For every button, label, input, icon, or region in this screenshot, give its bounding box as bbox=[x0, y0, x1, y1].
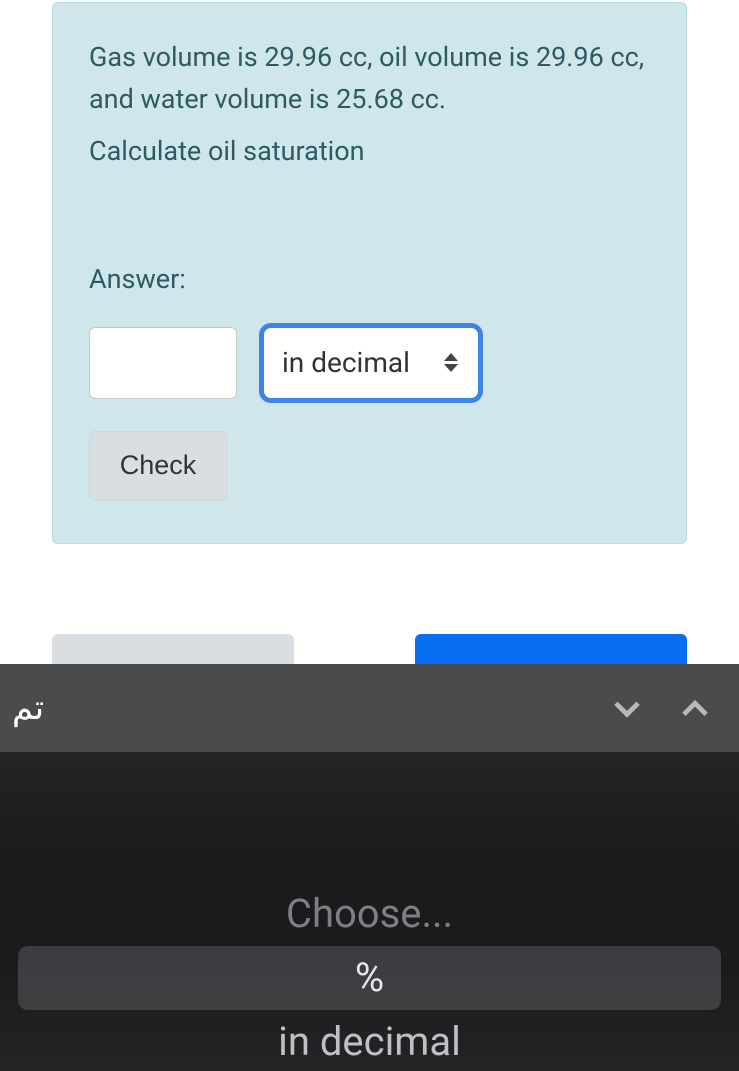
answer-label: Answer: bbox=[89, 263, 650, 295]
answer-input-row: in decimal bbox=[89, 323, 650, 403]
picker-option-placeholder[interactable]: Choose... bbox=[0, 882, 739, 946]
picker-option-decimal[interactable]: in decimal bbox=[0, 1010, 739, 1071]
unit-select[interactable]: in decimal bbox=[259, 323, 483, 403]
question-text: Gas volume is 29.96 cc, oil volume is 29… bbox=[89, 37, 650, 173]
check-button[interactable]: Check bbox=[89, 431, 227, 501]
question-line2: Calculate oil saturation bbox=[89, 131, 650, 173]
previous-button[interactable]: P bbox=[52, 634, 294, 664]
unit-select-label: in decimal bbox=[282, 346, 410, 379]
chevron-up-icon[interactable] bbox=[673, 686, 717, 730]
picker-toolbar: تم bbox=[0, 664, 739, 752]
question-line1: Gas volume is 29.96 cc, oil volume is 29… bbox=[89, 37, 650, 121]
toolbar-icons bbox=[605, 686, 717, 730]
finish-button[interactable]: F bbox=[415, 634, 687, 664]
chevron-down-icon[interactable] bbox=[605, 686, 649, 730]
done-button[interactable]: تم bbox=[12, 688, 44, 728]
answer-section: Answer: in decimal Check bbox=[89, 263, 650, 501]
picker-pane[interactable]: Choose... % in decimal bbox=[0, 752, 739, 1071]
question-card: Gas volume is 29.96 cc, oil volume is 29… bbox=[52, 2, 687, 544]
nav-row: P F bbox=[52, 634, 687, 664]
picker-option-percent[interactable]: % bbox=[18, 946, 721, 1010]
answer-input[interactable] bbox=[89, 327, 237, 399]
updown-icon bbox=[442, 349, 460, 377]
